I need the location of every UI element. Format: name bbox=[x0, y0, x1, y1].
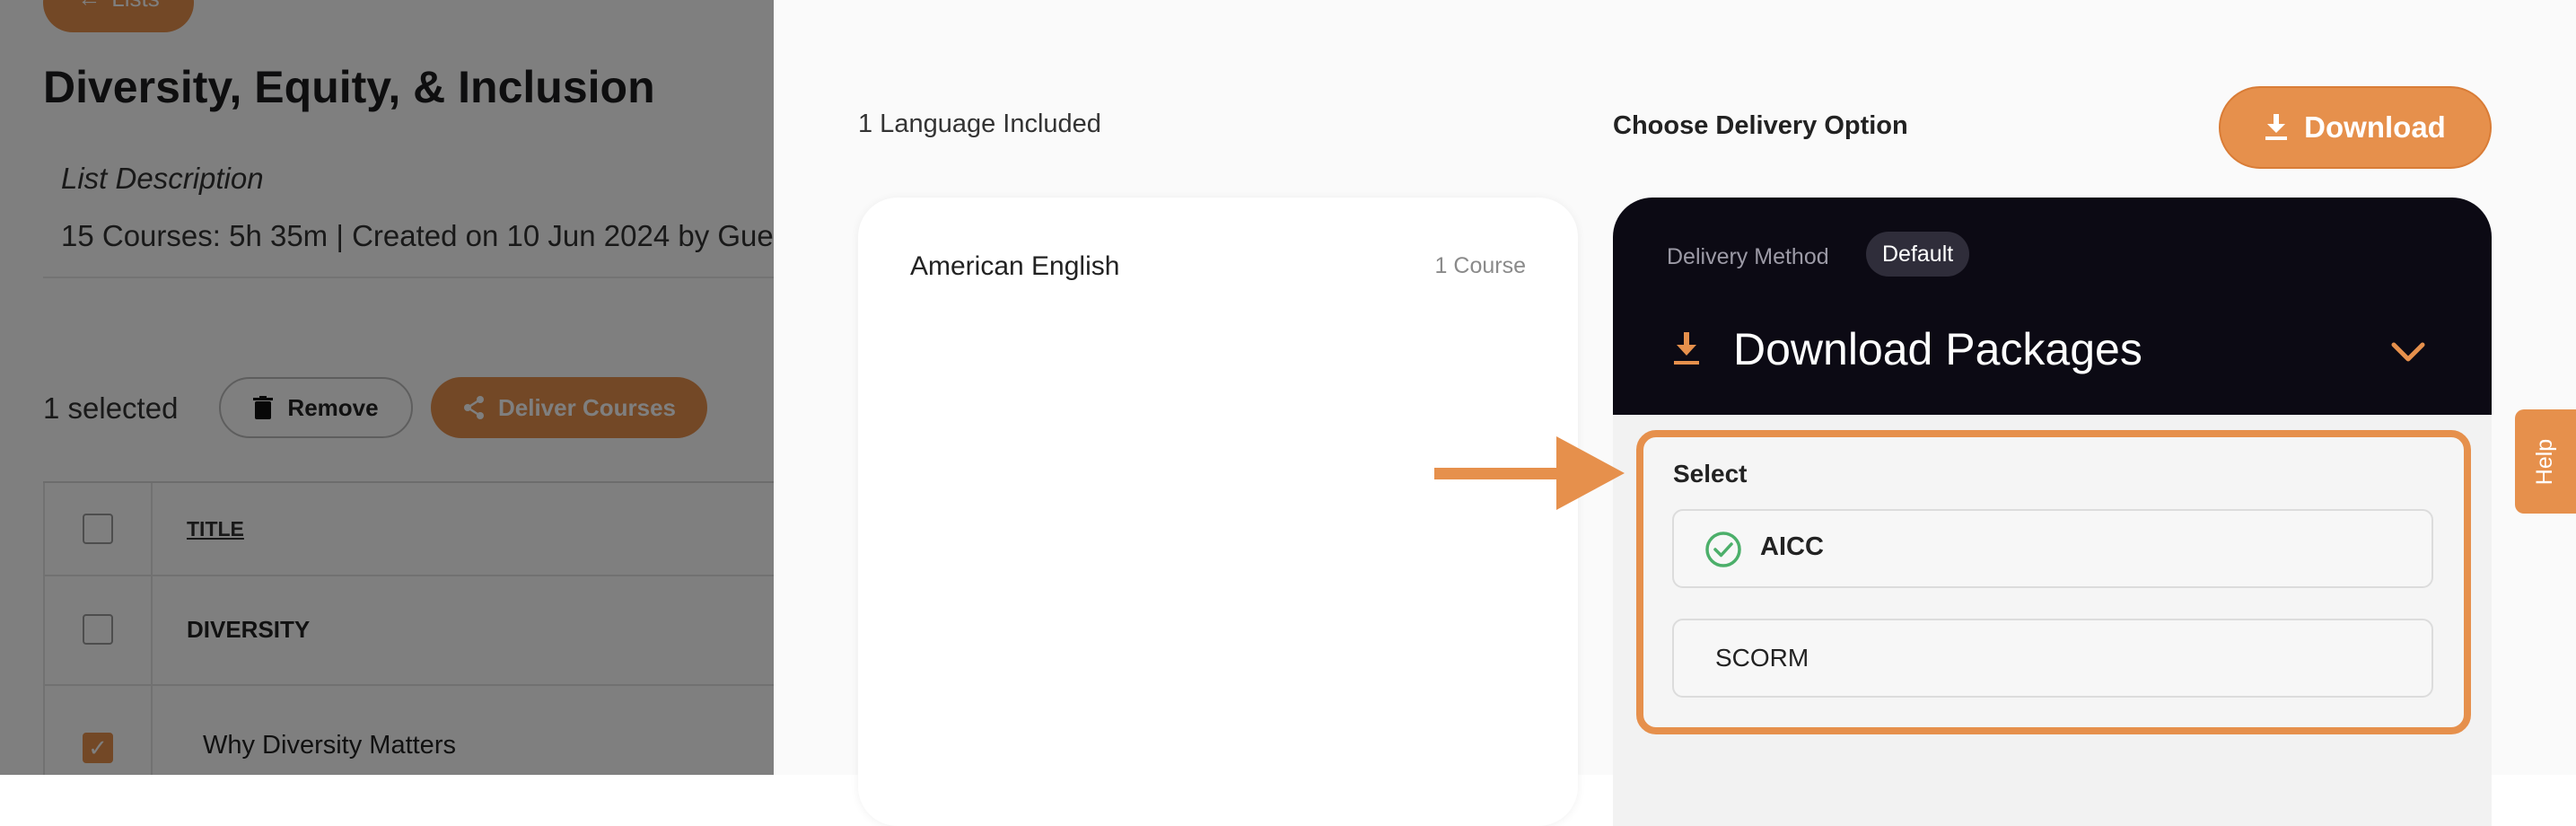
delivery-method-header[interactable]: Delivery Method Default Download Package… bbox=[1613, 198, 2492, 415]
help-tab[interactable]: Help bbox=[2515, 409, 2576, 514]
download-icon bbox=[2265, 114, 2288, 140]
language-course-count: 1 Course bbox=[1434, 253, 1526, 278]
help-label: Help bbox=[2532, 438, 2558, 485]
check-circle-icon bbox=[1705, 532, 1741, 567]
default-badge: Default bbox=[1866, 232, 1970, 277]
selected-delivery-method: Download Packages bbox=[1733, 324, 2142, 374]
option-scorm-label: SCORM bbox=[1715, 644, 1809, 672]
language-name[interactable]: American English bbox=[910, 251, 1119, 282]
download-button-label: Download bbox=[2304, 110, 2446, 144]
modal-overlay[interactable] bbox=[0, 0, 774, 775]
delivery-method-label: Delivery Method bbox=[1667, 244, 1829, 269]
select-label: Select bbox=[1673, 460, 1748, 488]
background-page: ← Lists Diversity, Equity, & Inclusion L… bbox=[0, 0, 774, 775]
download-button[interactable]: Download bbox=[2219, 86, 2492, 169]
option-aicc-label: AICC bbox=[1760, 532, 1824, 561]
chevron-down-icon[interactable] bbox=[2390, 341, 2426, 363]
option-aicc[interactable]: AICC bbox=[1672, 509, 2433, 588]
choose-delivery-label: Choose Delivery Option bbox=[1613, 111, 1908, 140]
language-panel bbox=[858, 198, 1578, 826]
language-count: 1 Language Included bbox=[858, 110, 1101, 138]
download-package-icon bbox=[1674, 332, 1699, 365]
arrow-right-icon bbox=[1434, 436, 1625, 510]
option-scorm[interactable]: SCORM bbox=[1672, 619, 2433, 698]
